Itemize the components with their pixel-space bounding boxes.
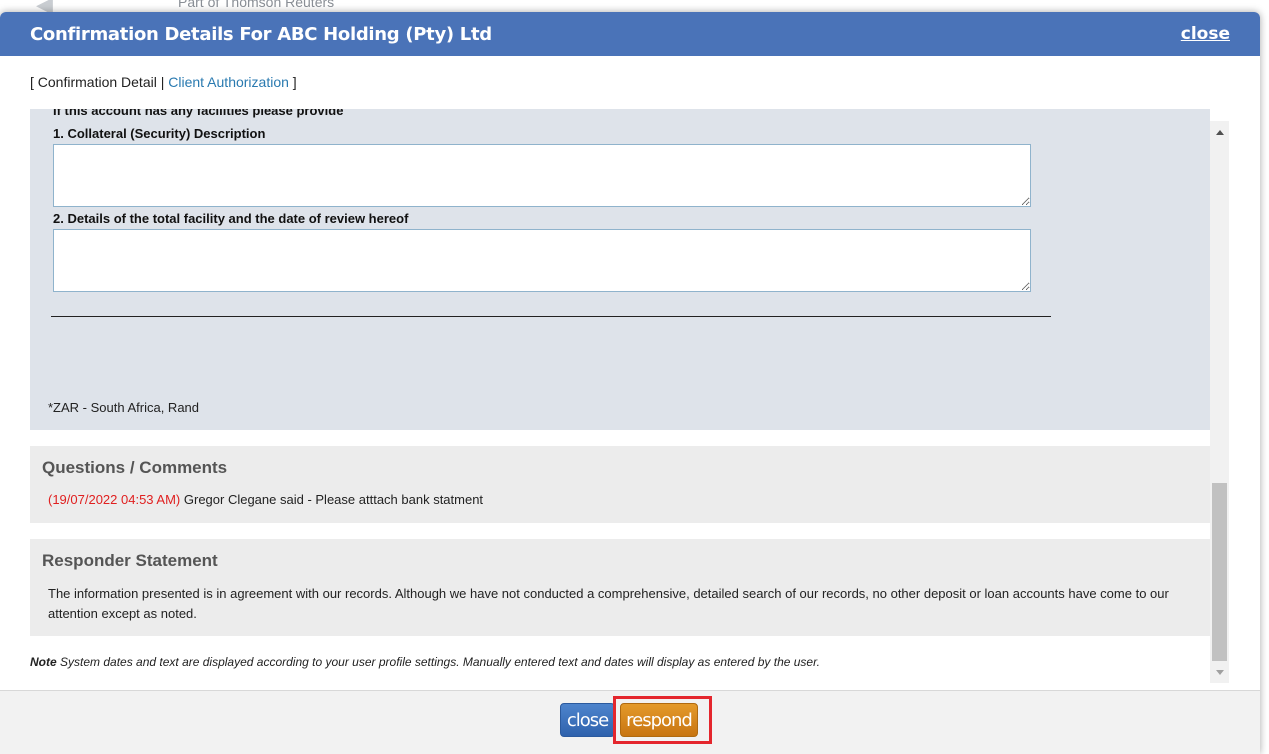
responder-statement-text: The information presented is in agreemen…: [48, 586, 1169, 621]
facilities-prompt: If this account has any facilities pleas…: [53, 109, 344, 118]
scrollbar-thumb[interactable]: [1212, 483, 1227, 661]
tab-confirmation-detail[interactable]: Confirmation Detail: [38, 74, 157, 90]
modal-header: Confirmation Details For ABC Holding (Pt…: [0, 12, 1260, 56]
responder-statement-panel: Responder Statement The information pres…: [30, 539, 1210, 636]
close-button[interactable]: close: [560, 703, 615, 737]
comment-date: (19/07/2022 04:53 AM): [48, 492, 181, 507]
brand-text: Part of Thomson Reuters: [178, 0, 335, 10]
collateral-field[interactable]: [53, 144, 1031, 207]
tab-separator: |: [156, 74, 169, 90]
facility-details-field[interactable]: [53, 229, 1031, 292]
scroll-down-icon[interactable]: [1210, 661, 1229, 683]
comment-item: (19/07/2022 04:53 AM) Gregor Clegane sai…: [48, 492, 483, 507]
modal-title: Confirmation Details For ABC Holding (Pt…: [30, 23, 492, 45]
note-text: System dates and text are displayed acco…: [56, 655, 820, 669]
tab-nav: [ Confirmation Detail | Client Authoriza…: [30, 74, 297, 90]
tab-bracket-close: ]: [288, 74, 297, 90]
confirmation-details-modal: Confirmation Details For ABC Holding (Pt…: [0, 12, 1260, 754]
scroll-content[interactable]: If this account has any facilities pleas…: [30, 109, 1230, 671]
questions-comments-panel: Questions / Comments (19/07/2022 04:53 A…: [30, 446, 1210, 523]
divider: [51, 316, 1051, 317]
collateral-label: 1. Collateral (Security) Description: [53, 126, 266, 141]
system-note: Note System dates and text are displayed…: [30, 655, 820, 669]
modal-footer: close respond: [0, 690, 1260, 754]
responder-statement-title: Responder Statement: [42, 551, 218, 570]
currency-note: *ZAR - South Africa, Rand: [48, 400, 200, 415]
note-label: Note: [30, 655, 57, 669]
questions-comments-title: Questions / Comments: [42, 458, 228, 477]
comment-text: Gregor Clegane said - Please atttach ban…: [180, 492, 484, 507]
vertical-scrollbar[interactable]: [1210, 121, 1229, 683]
facility-details-label: 2. Details of the total facility and the…: [53, 211, 409, 226]
respond-highlight-box: [613, 696, 712, 744]
scroll-up-icon[interactable]: [1210, 121, 1229, 143]
facility-form-panel: If this account has any facilities pleas…: [30, 109, 1210, 430]
tab-bracket-open: [: [30, 74, 38, 90]
header-close-link[interactable]: close: [1181, 24, 1230, 44]
tab-client-authorization[interactable]: Client Authorization: [168, 74, 289, 90]
